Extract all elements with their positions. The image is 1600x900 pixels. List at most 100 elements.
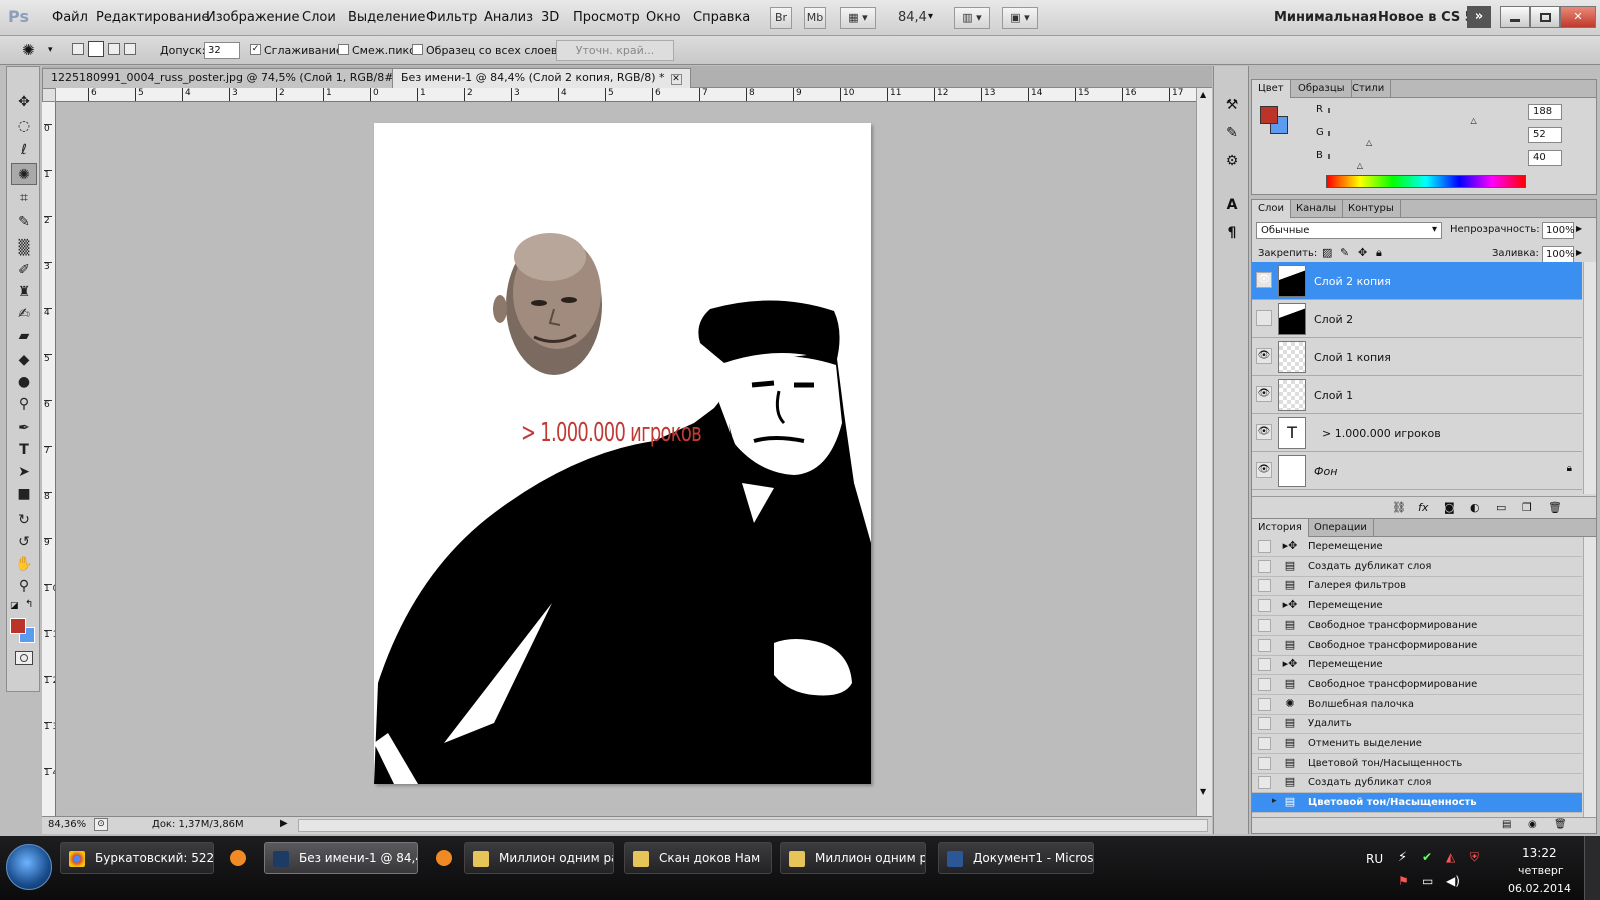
history-state[interactable]: ▤ Отменить выделение: [1252, 734, 1582, 754]
new-selection-icon[interactable]: [72, 43, 84, 55]
history-brush-source-checkbox[interactable]: [1258, 618, 1271, 632]
eyedropper-tool-icon[interactable]: ✎: [11, 211, 37, 233]
lasso-tool-icon[interactable]: ℓ: [11, 139, 37, 161]
new-group-icon[interactable]: ▭: [1496, 501, 1506, 514]
vertical-scrollbar[interactable]: ▲ ▼: [1196, 88, 1212, 816]
menu-filter[interactable]: Фильтр: [426, 10, 477, 25]
history-state[interactable]: ▸ ▤ Цветовой тон/Насыщенность: [1252, 793, 1582, 814]
restore-button[interactable]: [1530, 6, 1560, 28]
layer-row[interactable]: 👁︎ Слой 2 копия: [1252, 262, 1582, 300]
foreground-color-swatch[interactable]: [10, 618, 26, 634]
marquee-tool-icon[interactable]: ◌: [11, 115, 37, 137]
tab-swatches[interactable]: Образцы: [1292, 80, 1352, 98]
history-state[interactable]: ▤ Создать дубликат слоя: [1252, 557, 1582, 577]
lock-position-icon[interactable]: ✥: [1358, 246, 1367, 259]
type-tool-icon[interactable]: T: [11, 439, 37, 461]
lock-image-icon[interactable]: ✎: [1340, 246, 1349, 259]
healing-brush-tool-icon[interactable]: ▒: [11, 237, 37, 259]
g-slider[interactable]: [1328, 131, 1330, 136]
tray-shield-icon[interactable]: ⛨: [1470, 850, 1479, 865]
history-brush-source-checkbox[interactable]: [1258, 638, 1271, 652]
path-selection-tool-icon[interactable]: ➤: [11, 461, 37, 483]
character-panel-icon[interactable]: A: [1220, 194, 1244, 216]
fill-arrow-icon[interactable]: ▶: [1576, 248, 1582, 257]
horizontal-ruler[interactable]: 6 5 4 3 2 1 0 1 2 3 4 5 6 7 8 9 10 11 12 13 14 15 16 17: [56, 88, 1206, 102]
workspace-new-cs5[interactable]: Новое в CS 5: [1378, 10, 1474, 25]
magic-wand-tool-icon[interactable]: ✺: [11, 163, 37, 185]
arrange-documents-dropdown[interactable]: ▥ ▾: [954, 7, 990, 29]
history-brush-source-checkbox[interactable]: [1258, 559, 1271, 573]
horizontal-scrollbar[interactable]: [298, 819, 1208, 832]
canvas-workspace[interactable]: > 1.000.000 игроков: [57, 103, 1195, 814]
tool-presets-icon[interactable]: ⚒: [1220, 94, 1244, 116]
history-state[interactable]: ▤ Удалить: [1252, 714, 1582, 735]
antialias-checkbox[interactable]: ✓: [250, 44, 261, 55]
vertical-ruler[interactable]: 0 1 2 3 4 5 6 7 8 9 1 0 1 1 1 2 1 3 1 4: [42, 102, 56, 816]
ruler-origin[interactable]: [42, 88, 56, 102]
layers-scrollbar[interactable]: [1583, 262, 1596, 494]
tab-color[interactable]: Цвет: [1252, 80, 1291, 98]
g-value[interactable]: 52: [1528, 127, 1562, 143]
layer-thumbnail[interactable]: [1278, 303, 1306, 335]
layer-visibility-eye-icon[interactable]: 👁︎: [1256, 272, 1272, 288]
tab-channels[interactable]: Каналы: [1290, 200, 1344, 218]
rectangle-tool-icon[interactable]: ■: [11, 483, 37, 505]
zoom-tool-icon[interactable]: ⚲: [11, 575, 37, 597]
status-zoom[interactable]: 84,36%: [48, 819, 86, 830]
crop-tool-icon[interactable]: ⌗: [11, 187, 37, 209]
paint-bucket-tool-icon[interactable]: ◆: [11, 349, 37, 371]
history-state[interactable]: ✺ Волшебная палочка: [1252, 695, 1582, 715]
paragraph-panel-icon[interactable]: ¶: [1220, 222, 1244, 244]
tab-history[interactable]: История: [1252, 519, 1309, 537]
taskbar-item[interactable]: Миллион одним ра...: [464, 842, 614, 874]
tray-acrobat-icon[interactable]: ◭: [1446, 850, 1455, 864]
tab-paths[interactable]: Контуры: [1342, 200, 1401, 218]
menu-3d[interactable]: 3D: [541, 10, 559, 25]
delete-layer-icon[interactable]: 🗑︎: [1548, 501, 1562, 514]
layer-row[interactable]: 👁︎ T > 1.000.000 игроков: [1252, 414, 1582, 452]
menu-analysis[interactable]: Анализ: [484, 10, 533, 25]
minimize-button[interactable]: [1500, 6, 1530, 28]
history-brush-source-checkbox[interactable]: [1258, 677, 1271, 691]
delete-state-icon[interactable]: 🗑︎: [1554, 819, 1567, 830]
clock-day[interactable]: четверг: [1518, 864, 1564, 877]
tab-styles[interactable]: Стили: [1346, 80, 1392, 98]
zoom-level[interactable]: 84,4: [898, 10, 927, 25]
color-spectrum-ramp[interactable]: [1326, 175, 1526, 188]
taskbar-item[interactable]: Скан доков Нам: [624, 842, 772, 874]
b-slider-thumb-icon[interactable]: △: [1357, 161, 1363, 170]
tool-preset-dropdown-icon[interactable]: ▾: [48, 45, 53, 55]
layer-thumbnail[interactable]: [1278, 341, 1306, 373]
hand-tool-icon[interactable]: ✋: [11, 553, 37, 575]
dodge-tool-icon[interactable]: ⚲: [11, 393, 37, 415]
history-brush-source-checkbox[interactable]: [1258, 737, 1271, 750]
r-slider-thumb-icon[interactable]: △: [1470, 116, 1476, 125]
lock-transparency-icon[interactable]: ▨: [1322, 246, 1332, 259]
layer-visibility-eye-icon[interactable]: 👁︎: [1256, 386, 1272, 402]
zoom-dropdown-icon[interactable]: ▾: [928, 11, 933, 22]
subtract-selection-icon[interactable]: [108, 43, 120, 55]
tolerance-input[interactable]: 32: [204, 42, 240, 59]
taskbar-item[interactable]: [428, 842, 462, 874]
document-canvas[interactable]: > 1.000.000 игроков: [374, 123, 871, 784]
sample-all-layers-checkbox[interactable]: [412, 44, 423, 55]
layer-visibility-eye-icon[interactable]: [1256, 310, 1272, 326]
clone-source-icon[interactable]: ⚙: [1220, 150, 1244, 172]
clone-stamp-tool-icon[interactable]: ♜: [11, 281, 37, 303]
b-value[interactable]: 40: [1528, 150, 1562, 166]
history-brush-source-checkbox[interactable]: [1258, 776, 1271, 790]
history-scrollbar[interactable]: [1583, 537, 1596, 817]
history-state[interactable]: ▸✥ Перемещение: [1252, 596, 1582, 617]
tool-preset-icon[interactable]: ✺: [22, 41, 35, 59]
tab-russ-poster[interactable]: 1225180991_0004_russ_poster.jpg @ 74,5% …: [42, 68, 433, 88]
opacity-arrow-icon[interactable]: ▶: [1576, 224, 1582, 233]
r-value[interactable]: 188: [1528, 104, 1562, 120]
eraser-tool-icon[interactable]: ▰: [11, 325, 37, 347]
r-slider[interactable]: [1328, 108, 1330, 113]
close-button[interactable]: ✕: [1560, 6, 1596, 28]
tray-app-icon[interactable]: ⚡: [1398, 850, 1407, 865]
fill-input[interactable]: 100%: [1542, 246, 1575, 263]
poster-headline-text[interactable]: > 1.000.000 игроков: [521, 418, 702, 448]
tray-check-icon[interactable]: ✔: [1422, 850, 1432, 864]
menu-window[interactable]: Окно: [646, 10, 681, 25]
